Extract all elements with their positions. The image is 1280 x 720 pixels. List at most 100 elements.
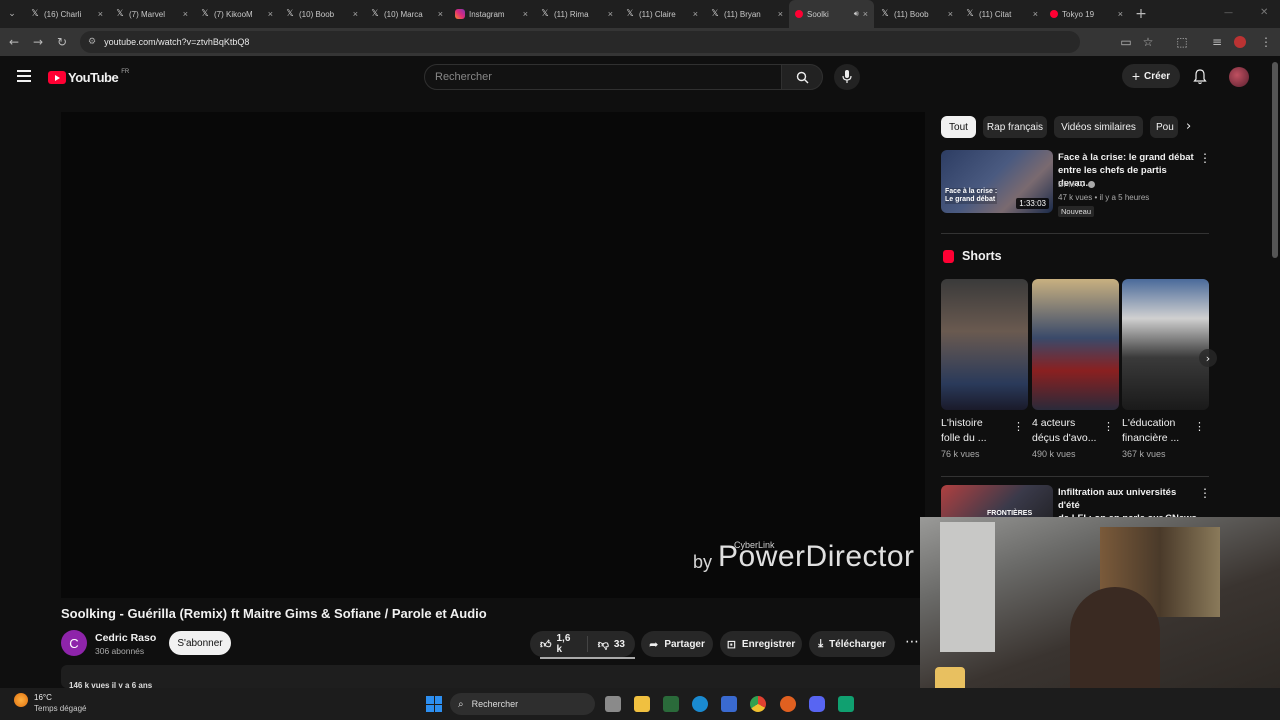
- close-tab-icon[interactable]: ×: [98, 9, 103, 19]
- recommended-video-channel[interactable]: BFMTV: [1058, 180, 1096, 189]
- divider: [941, 476, 1209, 477]
- hamburger-menu-icon[interactable]: [17, 70, 31, 82]
- chip-for-you[interactable]: Pou: [1150, 116, 1178, 138]
- save-button[interactable]: ⊡ Enregistrer: [720, 631, 802, 657]
- reload-icon[interactable]: ↻: [50, 30, 74, 54]
- new-tab-button[interactable]: +: [1129, 2, 1153, 26]
- discord-icon[interactable]: [809, 696, 825, 712]
- search-button[interactable]: [781, 64, 823, 90]
- channel-name[interactable]: Cedric Raso: [95, 632, 156, 644]
- short-thumbnail-3[interactable]: [1122, 279, 1209, 410]
- browser-tab[interactable]: 𝕏 (11) Rima ×: [534, 0, 619, 28]
- description-box[interactable]: 146 k vues il y a 6 ans: [61, 665, 925, 690]
- account-avatar[interactable]: [1229, 67, 1249, 87]
- subscribe-button[interactable]: S'abonner: [169, 631, 231, 655]
- forward-icon[interactable]: →: [26, 30, 50, 54]
- file-explorer-icon[interactable]: [634, 696, 650, 712]
- profile-avatar[interactable]: [1234, 36, 1246, 48]
- nvidia-icon[interactable]: [663, 696, 679, 712]
- video-options-icon[interactable]: ⋮: [1199, 486, 1211, 500]
- like-button[interactable]: 👍︎ 1,6 k: [530, 633, 588, 655]
- browser-tab[interactable]: Soolki 🔊︎ ×: [789, 0, 874, 28]
- chip-all[interactable]: Tout: [941, 116, 976, 138]
- media-control-icon[interactable]: ≡: [1205, 30, 1229, 54]
- channel-avatar[interactable]: C: [61, 630, 87, 656]
- short-options-icon[interactable]: ⋮: [1103, 420, 1114, 433]
- short-options-icon[interactable]: ⋮: [1013, 420, 1024, 433]
- browser-tab[interactable]: 𝕏 (11) Bryan ×: [704, 0, 789, 28]
- close-tab-icon[interactable]: ×: [183, 9, 188, 19]
- page-scrollbar[interactable]: [1272, 62, 1278, 258]
- edge-icon[interactable]: [692, 696, 708, 712]
- short-thumbnail-2[interactable]: [1032, 279, 1119, 410]
- chip-similar-videos[interactable]: Vidéos similaires: [1054, 116, 1143, 138]
- close-tab-icon[interactable]: ×: [948, 9, 953, 19]
- share-button[interactable]: ➦ Partager: [641, 631, 713, 657]
- chevron-right-icon[interactable]: ›: [1186, 119, 1191, 134]
- youtube-logo[interactable]: YouTube FR: [48, 69, 129, 85]
- short-views-2: 490 k vues: [1032, 449, 1076, 459]
- windows-start-icon[interactable]: [426, 696, 442, 712]
- create-button[interactable]: + Créer: [1122, 64, 1180, 88]
- bookmark-star-icon[interactable]: ☆: [1136, 30, 1160, 54]
- short-title-2[interactable]: 4 acteurs déçus d'avo...: [1032, 416, 1100, 446]
- browser-tab[interactable]: 𝕏 (11) Boob ×: [874, 0, 959, 28]
- firefox-icon[interactable]: [780, 696, 796, 712]
- browser-tab[interactable]: 𝕏 (11) Citat ×: [959, 0, 1044, 28]
- taskbar-search[interactable]: ⌕ Rechercher: [450, 693, 595, 715]
- short-options-icon[interactable]: ⋮: [1194, 420, 1205, 433]
- shorts-next-button[interactable]: ›: [1199, 349, 1217, 367]
- short-title-3[interactable]: L'éducation financière ...: [1122, 416, 1190, 446]
- browser-tab[interactable]: 𝕏 (10) Marca ×: [364, 0, 449, 28]
- browser-tab[interactable]: 𝕏 (16) Charli ×: [24, 0, 109, 28]
- site-info-icon[interactable]: ⚙: [88, 37, 96, 47]
- close-window-icon[interactable]: ✕: [1260, 7, 1268, 18]
- install-app-icon[interactable]: ▭: [1114, 30, 1138, 54]
- app-icon[interactable]: [838, 696, 854, 712]
- tab-audio-icon[interactable]: 🔊︎: [854, 9, 859, 19]
- close-tab-icon[interactable]: ×: [268, 9, 273, 19]
- weather-temp[interactable]: 16°C: [34, 693, 52, 702]
- close-tab-icon[interactable]: ×: [1118, 9, 1123, 19]
- voice-search-button[interactable]: [834, 64, 860, 90]
- browser-menu-icon[interactable]: ⋮: [1254, 30, 1278, 54]
- close-tab-icon[interactable]: ×: [778, 9, 783, 19]
- extensions-icon[interactable]: ⬚: [1170, 30, 1194, 54]
- short-thumbnail-1[interactable]: [941, 279, 1028, 410]
- search-input[interactable]: Rechercher: [424, 64, 782, 90]
- video-thumbnail[interactable]: Face à la crise : Le grand débat 1:33:03: [941, 150, 1053, 213]
- video-title: Soolking - Guérilla (Remix) ft Maitre Gi…: [61, 606, 487, 621]
- url-bar[interactable]: ⚙ youtube.com/watch?v=ztvhBqKtbQ8: [80, 31, 1080, 53]
- close-tab-icon[interactable]: ×: [1033, 9, 1038, 19]
- notifications-bell-icon[interactable]: [1193, 69, 1207, 90]
- close-tab-icon[interactable]: ×: [863, 9, 868, 19]
- watermark-powerdirector: PowerDirector: [718, 540, 915, 573]
- dislike-button[interactable]: 👎︎ 33: [588, 638, 635, 651]
- back-icon[interactable]: ←: [2, 30, 26, 54]
- browser-tab[interactable]: 𝕏 (11) Claire ×: [619, 0, 704, 28]
- minimize-icon[interactable]: —: [1224, 8, 1233, 18]
- close-tab-icon[interactable]: ×: [353, 9, 358, 19]
- share-icon: ➦: [649, 637, 659, 651]
- task-view-icon[interactable]: [605, 696, 621, 712]
- browser-tab[interactable]: Instagram ×: [449, 0, 534, 28]
- store-icon[interactable]: [721, 696, 737, 712]
- video-player[interactable]: CyberLink by PowerDirector: [61, 112, 925, 598]
- video-options-icon[interactable]: ⋮: [1199, 151, 1211, 165]
- close-tab-icon[interactable]: ×: [523, 9, 528, 19]
- close-tab-icon[interactable]: ×: [608, 9, 613, 19]
- chip-rap-francais[interactable]: Rap français: [983, 116, 1047, 138]
- short-title-1[interactable]: L'histoire folle du ...: [941, 416, 1009, 446]
- download-button[interactable]: ⤓ Télécharger: [809, 631, 895, 657]
- close-tab-icon[interactable]: ×: [438, 9, 443, 19]
- browser-tab[interactable]: Tokyo 19 ×: [1044, 0, 1129, 28]
- more-actions-icon[interactable]: ⋯: [905, 634, 919, 650]
- browser-tab[interactable]: 𝕏 (7) Marvel ×: [109, 0, 194, 28]
- tab-list-chevron-icon[interactable]: ⌄: [0, 2, 24, 26]
- close-tab-icon[interactable]: ×: [693, 9, 698, 19]
- weather-text[interactable]: Temps dégagé: [34, 704, 86, 713]
- browser-tab[interactable]: 𝕏 (10) Boob ×: [279, 0, 364, 28]
- chrome-icon[interactable]: [750, 696, 766, 712]
- browser-tab[interactable]: 𝕏 (7) KikooM ×: [194, 0, 279, 28]
- search-placeholder: Rechercher: [435, 71, 492, 83]
